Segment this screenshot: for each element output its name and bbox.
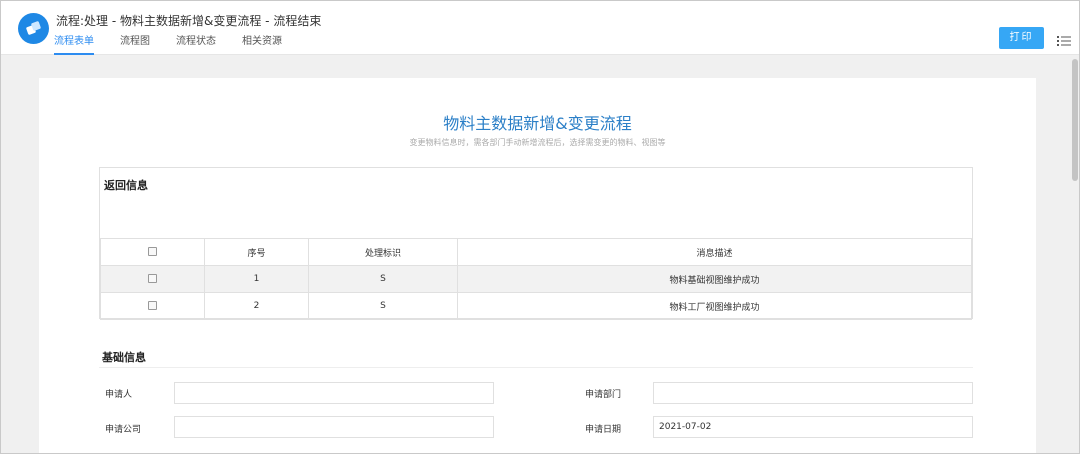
column-header-flag: 处理标识 [308,238,458,266]
row-checkbox-cell [100,265,205,293]
applicant-field[interactable] [174,382,494,404]
form-title: 物料主数据新增&变更流程 [443,114,632,133]
company-label: 申请公司 [105,425,142,435]
tab-flowchart[interactable]: 流程图 [120,35,150,55]
form-card: 物料主数据新增&变更流程 变更物料信息时，需各部门手动新增流程后，选择需变更的物… [39,78,1036,453]
row-flag: S [308,265,458,293]
scrollbar-thumb[interactable] [1072,59,1078,181]
row-no: 2 [204,292,309,320]
select-all-checkbox[interactable] [148,247,157,256]
return-info-section: 返回信息 序号 处理标识 消息描述 1 S 物料基础视图维护成功 2 S 物料工… [99,167,973,320]
company-field[interactable] [174,416,494,438]
table-row: 1 S 物料基础视图维护成功 [100,265,972,293]
row-message: 物料工厂视图维护成功 [457,292,972,320]
row-checkbox-cell [100,292,205,320]
date-label: 申请日期 [585,425,622,435]
column-header-no: 序号 [204,238,309,266]
department-label: 申请部门 [585,390,622,400]
table-header-row: 序号 处理标识 消息描述 [100,238,972,266]
row-no: 1 [204,265,309,293]
top-header: 流程:处理 - 物料主数据新增&变更流程 - 流程结束 流程表单 流程图 流程状… [1,1,1079,55]
department-field[interactable] [653,382,973,404]
tab-bar: 流程表单 流程图 流程状态 相关资源 [54,35,308,55]
section-divider [99,367,973,368]
table-row: 2 S 物料工厂视图维护成功 [100,292,972,320]
return-info-title: 返回信息 [104,179,148,192]
row-message: 物料基础视图维护成功 [457,265,972,293]
basic-info-title: 基础信息 [102,351,146,364]
tab-form[interactable]: 流程表单 [54,35,94,55]
tab-resources[interactable]: 相关资源 [242,35,282,55]
tab-status[interactable]: 流程状态 [176,35,216,55]
return-info-table: 序号 处理标识 消息描述 1 S 物料基础视图维护成功 2 S 物料工厂视图维护… [100,238,972,320]
date-field[interactable]: 2021-07-02 [653,416,973,438]
row-checkbox[interactable] [148,301,157,310]
row-flag: S [308,292,458,320]
applicant-label: 申请人 [105,390,133,400]
print-button[interactable]: 打印 [999,27,1044,49]
row-checkbox[interactable] [148,274,157,283]
column-header-message: 消息描述 [457,238,972,266]
list-icon[interactable] [1057,32,1071,46]
window: 流程:处理 - 物料主数据新增&变更流程 - 流程结束 流程表单 流程图 流程状… [0,0,1080,454]
app-logo-icon [18,13,49,44]
page-title: 流程:处理 - 物料主数据新增&变更流程 - 流程结束 [56,14,322,28]
select-all-cell [100,238,205,266]
form-subtitle: 变更物料信息时，需各部门手动新增流程后，选择需变更的物料、视图等 [409,138,666,147]
